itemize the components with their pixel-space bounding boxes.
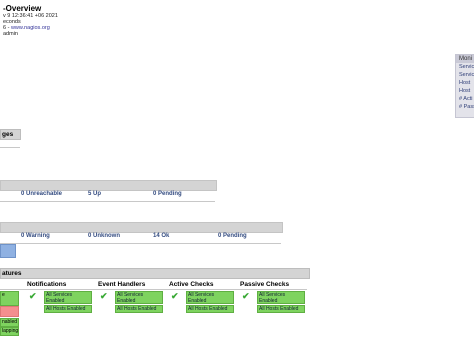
flap-detection-disabled-box[interactable] [0,306,19,317]
divider [0,201,215,202]
passive-checks-services-enabled[interactable]: All Services Enabled [257,291,305,304]
active-checks-heading: Active Checks [169,281,214,288]
service-warning-count[interactable]: 0 Warning [21,233,50,240]
pages-section-header: ges [0,129,21,140]
passive-checks-hosts-enabled[interactable]: All Hosts Enabled [257,305,305,313]
active-checks-count[interactable]: # Acti [456,95,474,103]
service-status-header-bar [0,222,283,233]
host-status-header-bar [0,180,217,191]
notifications-hosts-enabled[interactable]: All Hosts Enabled [44,305,92,313]
monitoring-performance-title: Moni [456,55,474,63]
service-status-indicator[interactable] [0,244,16,258]
host-check-execution-time[interactable]: Host [456,79,474,87]
notifications-services-enabled[interactable]: All Services Enabled [44,291,92,304]
check-icon: ✔ [100,291,108,301]
enabled-box[interactable]: nabled [0,318,19,327]
service-unknown-count[interactable]: 0 Unknown [88,233,120,240]
host-up-count[interactable]: 5 Up [88,191,101,198]
flapping-box[interactable]: lapping [0,327,19,336]
divider [0,289,307,290]
active-checks-services-enabled[interactable]: All Services Enabled [186,291,234,304]
host-check-latency[interactable]: Host [456,87,474,95]
passive-checks-count[interactable]: # Pass [456,103,474,111]
notifications-heading: Notifications [27,281,67,288]
active-checks-hosts-enabled[interactable]: All Hosts Enabled [186,305,234,313]
left-feature-box[interactable]: e [0,291,19,306]
check-icon: ✔ [242,291,250,301]
divider [0,243,281,244]
divider [0,147,20,148]
service-check-latency[interactable]: Servic [456,71,474,79]
check-icon: ✔ [29,291,37,301]
service-check-execution-time[interactable]: Servic [456,63,474,71]
monitoring-performance-panel: Moni Servic Servic Host Host # Acti # Pa… [455,54,474,118]
features-section-header: atures [0,268,310,279]
event-handlers-hosts-enabled[interactable]: All Hosts Enabled [115,305,163,313]
host-unreachable-count[interactable]: 0 Unreachable [21,191,62,198]
page-title: -Overview [3,4,42,13]
event-handlers-services-enabled[interactable]: All Services Enabled [115,291,163,304]
event-handlers-heading: Event Handlers [98,281,146,288]
logged-in-user: admin [3,31,18,37]
service-ok-count[interactable]: 14 Ok [153,233,169,240]
check-icon: ✔ [171,291,179,301]
service-pending-count[interactable]: 0 Pending [218,233,247,240]
passive-checks-heading: Passive Checks [240,281,290,288]
host-pending-count[interactable]: 0 Pending [153,191,182,198]
